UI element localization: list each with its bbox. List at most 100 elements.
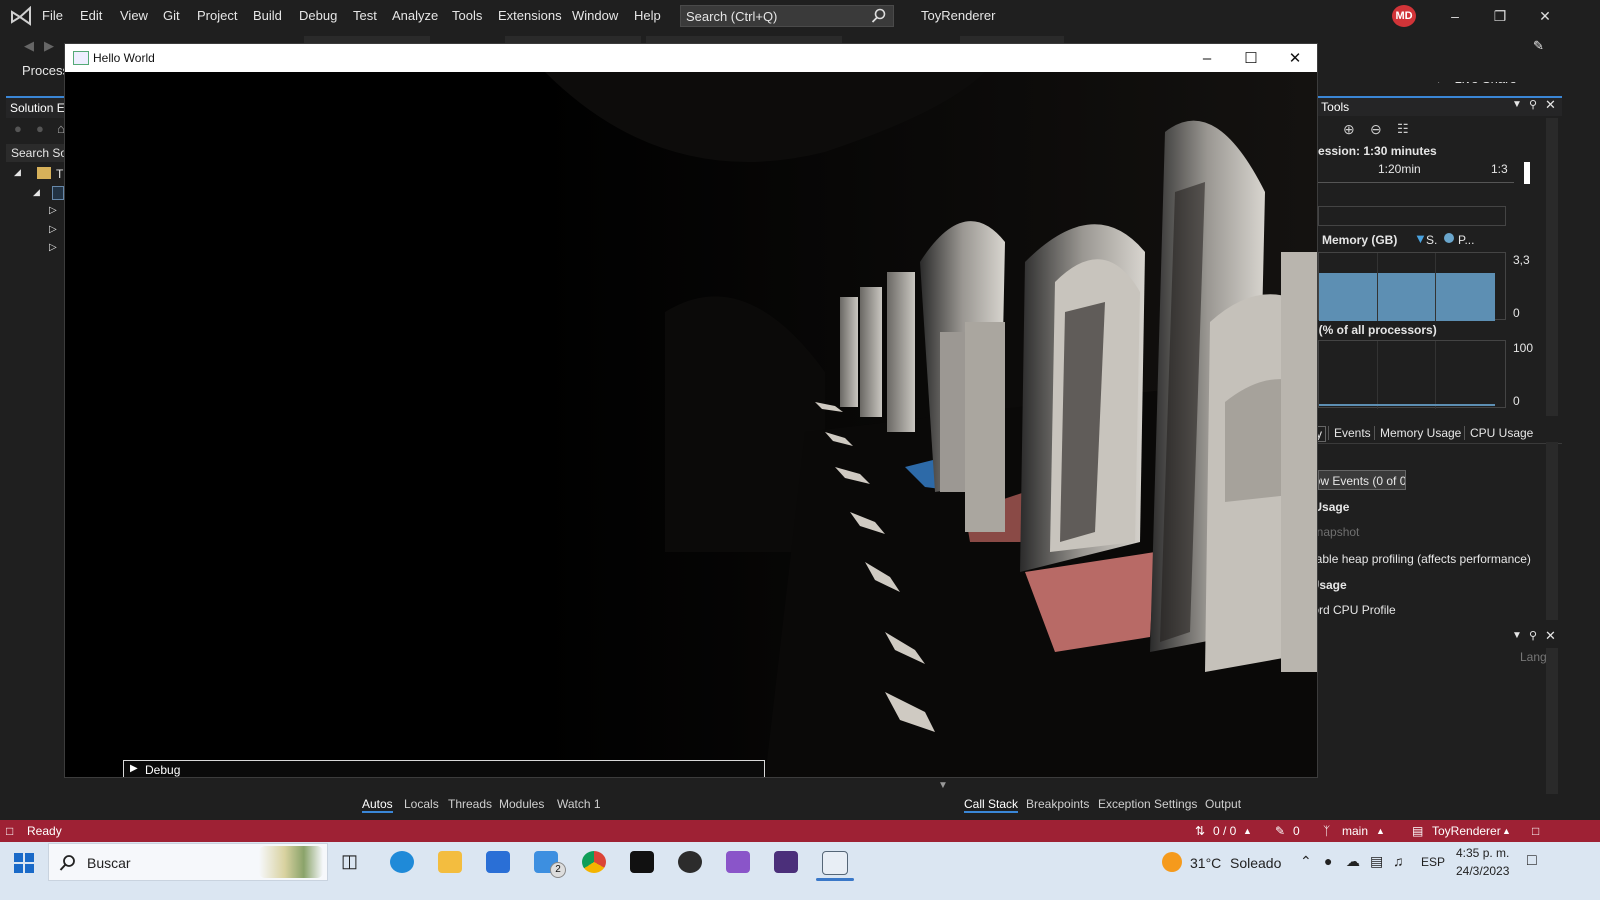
clock-time[interactable]: 4:35 p. m. xyxy=(1456,846,1509,860)
menu-build[interactable]: Build xyxy=(253,8,282,23)
git-changes-count[interactable]: 0 / 0 xyxy=(1213,824,1236,838)
panel-dropdown-icon[interactable]: ▼ xyxy=(1512,630,1522,641)
menu-test[interactable]: Test xyxy=(353,8,377,23)
solution-explorer-tab[interactable]: Solution Explorer xyxy=(6,96,64,118)
tab-autos[interactable]: Autos xyxy=(362,797,393,813)
menu-git[interactable]: Git xyxy=(163,8,180,23)
tab-output[interactable]: Output xyxy=(1205,797,1241,811)
reset-view-icon[interactable]: ☷ xyxy=(1397,121,1409,137)
tree-expand-icon[interactable]: ◢ xyxy=(14,167,21,178)
weather-sun-icon[interactable] xyxy=(1162,852,1182,872)
pin-icon[interactable]: ⚲ xyxy=(1529,629,1537,642)
vs-close-button[interactable]: ✕ xyxy=(1525,4,1565,28)
heap-profiling-checkbox[interactable]: Enable heap profiling (affects performan… xyxy=(1318,552,1531,566)
camera-icon[interactable]: ● xyxy=(1324,853,1332,869)
menu-file[interactable]: File xyxy=(42,8,63,23)
weather-temperature[interactable]: 31°C xyxy=(1190,855,1221,871)
memory-graph[interactable] xyxy=(1318,252,1506,321)
solution-search-input[interactable]: Search Solution Explorer xyxy=(6,144,64,162)
avatar[interactable]: MD xyxy=(1392,5,1416,27)
notifications-icon[interactable]: □ xyxy=(1527,852,1537,870)
panel-dropdown-icon[interactable]: ▼ xyxy=(1512,99,1522,110)
feedback-icon[interactable]: ✎ xyxy=(1533,38,1544,54)
chevron-up-icon[interactable]: ▲ xyxy=(1243,826,1252,836)
terminal-icon[interactable] xyxy=(630,851,654,873)
clock-date[interactable]: 24/3/2023 xyxy=(1456,864,1509,878)
close-icon[interactable]: ✕ xyxy=(1545,628,1556,644)
tree-collapse-icon[interactable]: ▷ xyxy=(49,242,57,253)
tab-breakpoints[interactable]: Breakpoints xyxy=(1026,797,1089,811)
visual-studio-icon[interactable] xyxy=(726,851,750,873)
forward-icon[interactable]: ▶ xyxy=(44,38,54,54)
forward-icon[interactable]: ● xyxy=(36,121,44,136)
tree-collapse-icon[interactable]: ▷ xyxy=(49,224,57,235)
zoom-out-icon[interactable]: ⊖ xyxy=(1370,121,1382,138)
back-icon[interactable]: ◀ xyxy=(24,38,34,54)
menu-edit[interactable]: Edit xyxy=(80,8,102,23)
close-icon[interactable]: ✕ xyxy=(1545,97,1556,113)
menu-debug[interactable]: Debug xyxy=(299,8,337,23)
menu-help[interactable]: Help xyxy=(634,8,661,23)
tab-watch-1[interactable]: Watch 1 xyxy=(557,797,601,811)
tab-exception-settings[interactable]: Exception Settings xyxy=(1098,797,1197,811)
menu-project[interactable]: Project xyxy=(197,8,237,23)
hello-world-window[interactable]: Hello World – ☐ ✕ ▶ Debug xyxy=(64,43,1318,778)
chevron-up-icon[interactable]: ▲ xyxy=(1376,826,1385,836)
window-titlebar[interactable]: Hello World – ☐ ✕ xyxy=(65,44,1317,72)
back-icon[interactable]: ● xyxy=(14,121,22,136)
zoom-in-icon[interactable]: ⊕ xyxy=(1343,121,1355,138)
notification-bell-icon[interactable]: □ xyxy=(1532,824,1539,838)
timeline-ruler[interactable]: 1:20min 1:3 xyxy=(1318,162,1514,183)
microsoft-store-icon[interactable] xyxy=(486,851,510,873)
search-input[interactable]: Search (Ctrl+Q) xyxy=(680,5,894,27)
weather-description[interactable]: Soleado xyxy=(1230,855,1281,871)
taskbar-search-box[interactable]: Buscar xyxy=(48,843,328,881)
git-branch[interactable]: main xyxy=(1342,824,1368,838)
language-column-header[interactable]: Lang xyxy=(1520,650,1547,664)
record-cpu-profile-button[interactable]: Record CPU Profile xyxy=(1318,603,1396,617)
menu-window[interactable]: Window xyxy=(572,8,618,23)
expand-triangle-icon[interactable]: ▶ xyxy=(130,763,138,774)
minimize-button[interactable]: – xyxy=(1185,48,1229,70)
tab-memory-usage[interactable]: Memory Usage xyxy=(1374,426,1466,440)
tab-modules[interactable]: Modules xyxy=(499,797,544,811)
tab-cpu-usage[interactable]: CPU Usage xyxy=(1464,426,1538,440)
tab-locals[interactable]: Locals xyxy=(404,797,439,811)
scroll-down-icon[interactable]: ▼ xyxy=(938,780,948,791)
input-language[interactable]: ESP xyxy=(1421,855,1445,869)
pin-icon[interactable]: ⚲ xyxy=(1529,98,1537,111)
rendered-scene[interactable] xyxy=(65,72,1317,778)
task-view-icon[interactable]: ◫ xyxy=(341,851,365,873)
cpu-graph[interactable] xyxy=(1318,340,1506,409)
tab-events[interactable]: Events xyxy=(1328,426,1376,440)
debug-ui-panel[interactable]: ▶ Debug xyxy=(123,760,765,777)
maximize-button[interactable]: ☐ xyxy=(1229,48,1273,70)
take-snapshot-button[interactable]: Take Snapshot xyxy=(1318,525,1359,539)
obs-icon[interactable] xyxy=(678,851,702,873)
tree-collapse-icon[interactable]: ▷ xyxy=(49,205,57,216)
menu-tools[interactable]: Tools xyxy=(452,8,482,23)
volume-icon[interactable]: ♫ xyxy=(1393,853,1404,869)
tab-threads[interactable]: Threads xyxy=(448,797,492,811)
windows-start-icon[interactable] xyxy=(14,853,34,873)
menu-extensions[interactable]: Extensions xyxy=(498,8,562,23)
tab-summary[interactable]: y xyxy=(1318,426,1326,442)
vs-minimize-button[interactable]: – xyxy=(1435,4,1475,28)
timeline-cursor[interactable] xyxy=(1524,162,1530,184)
scrollbar[interactable] xyxy=(1546,118,1558,416)
menu-view[interactable]: View xyxy=(120,8,148,23)
chevron-up-icon[interactable]: ⌃ xyxy=(1300,853,1312,870)
menu-analyze[interactable]: Analyze xyxy=(392,8,438,23)
vs-restore-button[interactable]: ❐ xyxy=(1480,4,1520,28)
scrollbar[interactable] xyxy=(1546,442,1558,620)
tree-item[interactable]: T xyxy=(56,167,63,181)
close-button[interactable]: ✕ xyxy=(1273,48,1317,70)
show-events-button[interactable]: Show Events (0 of 0) xyxy=(1318,470,1406,490)
file-explorer-icon[interactable] xyxy=(438,851,462,873)
cloud-icon[interactable]: ☁ xyxy=(1346,853,1360,870)
tree-expand-icon[interactable]: ◢ xyxy=(33,187,40,198)
edge-browser-icon[interactable] xyxy=(390,851,414,873)
hello-world-app-icon[interactable] xyxy=(822,851,848,875)
git-repo[interactable]: ToyRenderer xyxy=(1432,824,1501,838)
tab-call-stack[interactable]: Call Stack xyxy=(964,797,1019,813)
